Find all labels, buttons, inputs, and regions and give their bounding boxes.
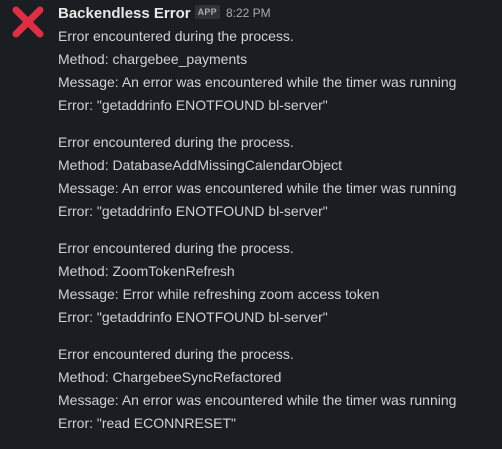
error-block: Error encountered during the process. Me… (58, 131, 502, 223)
error-summary: Error encountered during the process. (58, 28, 294, 44)
sender-name[interactable]: Backendless Error (58, 5, 191, 22)
error-block: Error encountered during the process. Me… (58, 25, 502, 117)
error-summary: Error encountered during the process. (58, 240, 294, 256)
error-method: Method: ChargebeeSyncRefactored (58, 369, 282, 385)
error-detail: Error: "getaddrinfo ENOTFOUND bl-server" (58, 309, 328, 325)
message: Backendless Error APP 8:22 PM Error enco… (0, 0, 502, 431)
error-block: Error encountered during the process. Me… (58, 343, 502, 435)
error-summary: Error encountered during the process. (58, 134, 294, 150)
error-detail: Error: "getaddrinfo ENOTFOUND bl-server" (58, 203, 328, 219)
message-content: Backendless Error APP 8:22 PM Error enco… (58, 2, 502, 449)
error-block: Error encountered during the process. Me… (58, 237, 502, 329)
message-header: Backendless Error APP 8:22 PM (58, 2, 502, 24)
error-message: Message: Error while refreshing zoom acc… (58, 286, 380, 302)
message-body: Error encountered during the process. Me… (58, 25, 502, 435)
error-method: Method: DatabaseAddMissingCalendarObject (58, 157, 343, 173)
error-summary: Error encountered during the process. (58, 346, 294, 362)
red-x-icon[interactable] (12, 6, 44, 38)
error-detail: Error: "getaddrinfo ENOTFOUND bl-server" (58, 97, 328, 113)
error-message: Message: An error was encountered while … (58, 180, 457, 196)
timestamp[interactable]: 8:22 PM (226, 6, 271, 20)
error-method: Method: ZoomTokenRefresh (58, 263, 235, 279)
app-badge: APP (194, 5, 220, 19)
error-method: Method: chargebee_payments (58, 51, 248, 67)
error-detail: Error: "read ECONNRESET" (58, 415, 236, 431)
error-message: Message: An error was encountered while … (58, 392, 457, 408)
error-message: Message: An error was encountered while … (58, 74, 457, 90)
